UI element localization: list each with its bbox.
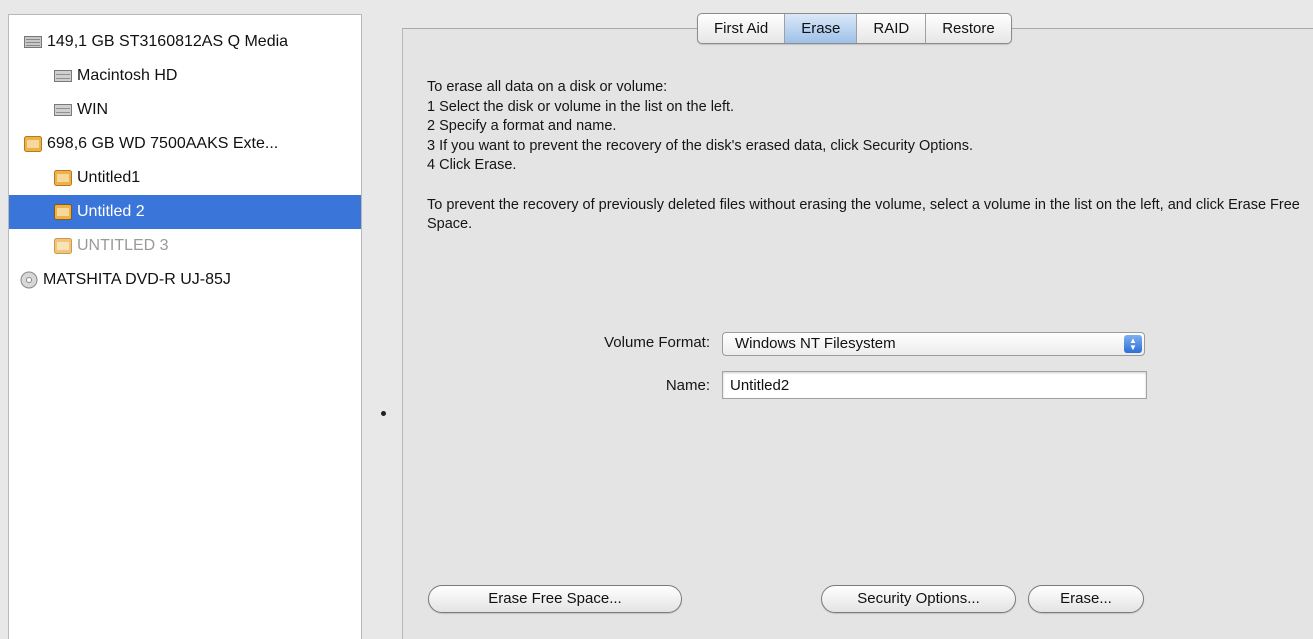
sidebar-item-untitled-3[interactable]: UNTITLED 3 (9, 229, 361, 263)
hard-disk-icon (23, 34, 43, 50)
erase-instructions: To erase all data on a disk or volume: 1… (427, 78, 1307, 235)
external-volume-icon (53, 204, 73, 220)
sidebar-item-dvd-drive[interactable]: MATSHITA DVD-R UJ-85J (9, 263, 361, 297)
sidebar-item-label: UNTITLED 3 (77, 237, 169, 254)
volume-icon (53, 68, 73, 84)
erase-free-space-button[interactable]: Erase Free Space... (428, 585, 682, 613)
erase-button[interactable]: Erase... (1028, 585, 1144, 613)
sidebar-item-label: MATSHITA DVD-R UJ-85J (43, 271, 231, 288)
free-space-note: To prevent the recovery of previously de… (427, 196, 1300, 233)
volume-format-value: Windows NT Filesystem (735, 335, 896, 352)
optical-drive-icon (19, 271, 39, 289)
sidebar-item-untitled-2[interactable]: Untitled 2 (9, 195, 361, 229)
volume-name-input[interactable] (722, 371, 1147, 399)
sidebar-item-label: WIN (77, 101, 109, 118)
sidebar-item-win[interactable]: WIN (9, 93, 361, 127)
tab-raid[interactable]: RAID (857, 14, 927, 43)
tab-restore[interactable]: Restore (926, 14, 1011, 43)
tab-bar: First Aid Erase RAID Restore (697, 13, 1012, 44)
instruction-line: 4 Click Erase. (427, 157, 517, 173)
external-volume-icon (53, 238, 73, 254)
volume-format-select[interactable]: Windows NT Filesystem ▲ ▼ (722, 332, 1145, 356)
tab-erase[interactable]: Erase (785, 14, 858, 43)
instruction-line: 2 Specify a format and name. (427, 118, 617, 134)
sidebar-item-label: 698,6 GB WD 7500AAKS Exte... (47, 135, 279, 152)
sidebar-item-internal-disk[interactable]: 149,1 GB ST3160812AS Q Media (9, 25, 361, 59)
instruction-line: 1 Select the disk or volume in the list … (427, 98, 735, 115)
sidebar-item-macintosh-hd[interactable]: Macintosh HD (9, 59, 361, 93)
sidebar-item-label: 149,1 GB ST3160812AS Q Media (47, 33, 289, 50)
external-disk-icon (23, 136, 43, 152)
volume-icon (53, 102, 73, 118)
popup-arrows-icon: ▲ ▼ (1124, 335, 1142, 353)
sidebar-item-label: Untitled 2 (77, 203, 145, 220)
instruction-line: 3 If you want to prevent the recovery of… (427, 137, 973, 154)
tab-first-aid[interactable]: First Aid (698, 14, 786, 43)
security-options-button[interactable]: Security Options... (821, 585, 1016, 613)
name-label: Name: (665, 377, 710, 394)
volume-format-label: Volume Format: (604, 334, 710, 351)
sidebar-item-label: Untitled1 (77, 169, 141, 186)
sidebar-item-untitled1[interactable]: Untitled1 (9, 161, 361, 195)
instruction-line: To erase all data on a disk or volume: (427, 79, 668, 95)
sidebar-item-label: Macintosh HD (77, 67, 178, 84)
external-volume-icon (53, 170, 73, 186)
sidebar-item-external-disk[interactable]: 698,6 GB WD 7500AAKS Exte... (9, 127, 361, 161)
disk-list-sidebar[interactable]: 149,1 GB ST3160812AS Q Media Macintosh H… (8, 14, 362, 639)
splitter-handle[interactable] (381, 411, 386, 416)
